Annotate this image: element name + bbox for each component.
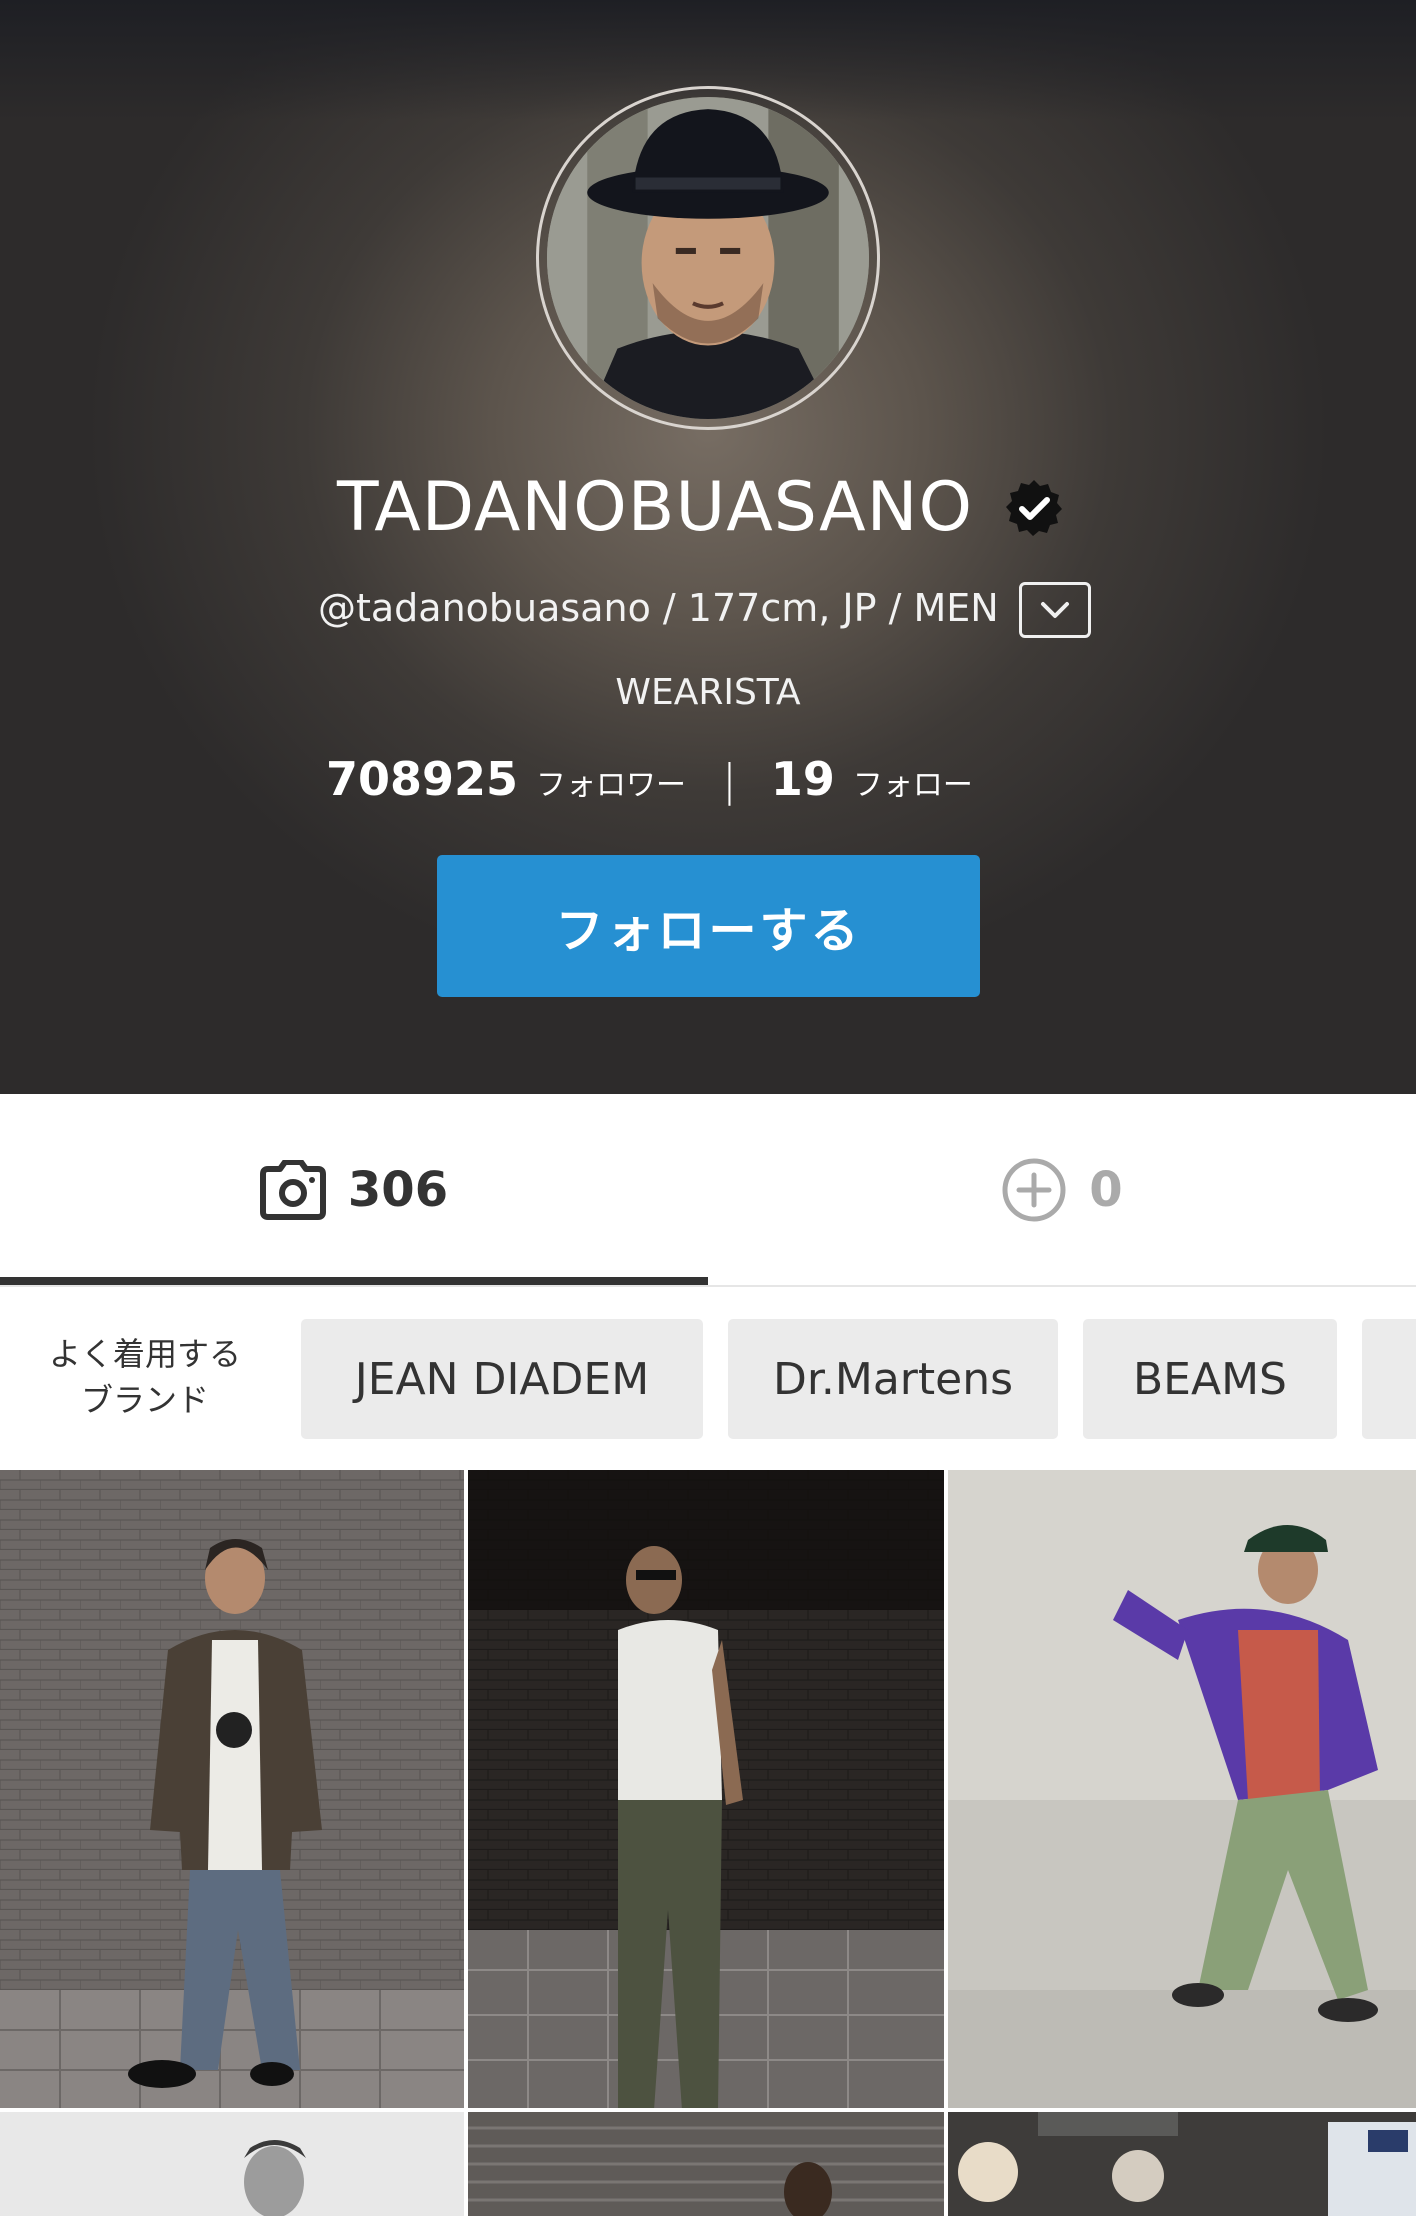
- tab-posts[interactable]: 306: [0, 1094, 708, 1286]
- outfit-photo[interactable]: [0, 2112, 464, 2216]
- brands-heading-line2: ブランド: [80, 1381, 209, 1419]
- brand-chip[interactable]: JEAN DIADEM: [301, 1319, 703, 1439]
- avatar[interactable]: [536, 86, 880, 430]
- camera-icon: [259, 1160, 326, 1220]
- photo-grid: [0, 1470, 1416, 2216]
- posts-count: 306: [347, 1162, 449, 1218]
- frequent-brands: よく着用する ブランド JEAN DIADEM Dr.Martens BEAMS: [0, 1287, 1416, 1469]
- stats-divider: |: [722, 755, 737, 806]
- profile-meta: @tadanobuasano / 177cm, JP / MEN: [318, 586, 999, 630]
- follow-button[interactable]: フォローする: [437, 855, 980, 997]
- verified-badge-icon: [1004, 478, 1064, 538]
- following-label[interactable]: フォロー: [853, 760, 973, 804]
- brands-heading: よく着用する ブランド: [30, 1331, 260, 1423]
- display-name: TADANOBUASANO: [336, 468, 974, 547]
- brand-chip[interactable]: Dr.Martens: [728, 1319, 1058, 1439]
- outfit-photo[interactable]: [948, 2112, 1416, 2216]
- outfit-photo[interactable]: [0, 1470, 464, 2108]
- role-badge: WEARISTA: [615, 672, 801, 713]
- follow-stats: 708925 フォロワー | 19 フォロー: [326, 752, 973, 816]
- brand-chip[interactable]: BEAMS: [1083, 1319, 1337, 1439]
- plus-circle-icon: [1002, 1158, 1066, 1222]
- active-tab-indicator: [0, 1277, 708, 1285]
- collections-count: 0: [1089, 1162, 1123, 1218]
- profile-screen: TADANOBUASANO @tadanobuasano / 177cm, JP…: [0, 0, 1416, 2216]
- outfit-photo[interactable]: [468, 2112, 944, 2216]
- avatar-image: [547, 97, 869, 419]
- following-count[interactable]: 19: [771, 752, 835, 806]
- tab-collections[interactable]: 0: [708, 1094, 1416, 1286]
- followers-label[interactable]: フォロワー: [536, 760, 686, 804]
- followers-count[interactable]: 708925: [326, 752, 518, 806]
- outfit-photo[interactable]: [948, 1470, 1416, 2108]
- chevron-down-icon: [1041, 602, 1069, 618]
- profile-header: TADANOBUASANO @tadanobuasano / 177cm, JP…: [0, 0, 1416, 1094]
- brand-chip-partial[interactable]: [1362, 1319, 1416, 1439]
- brands-heading-line1: よく着用する: [48, 1335, 241, 1373]
- profile-details-toggle-button[interactable]: [1019, 582, 1091, 638]
- outfit-photo[interactable]: [468, 1470, 944, 2108]
- content-tabs: 306 0: [0, 1094, 1416, 1286]
